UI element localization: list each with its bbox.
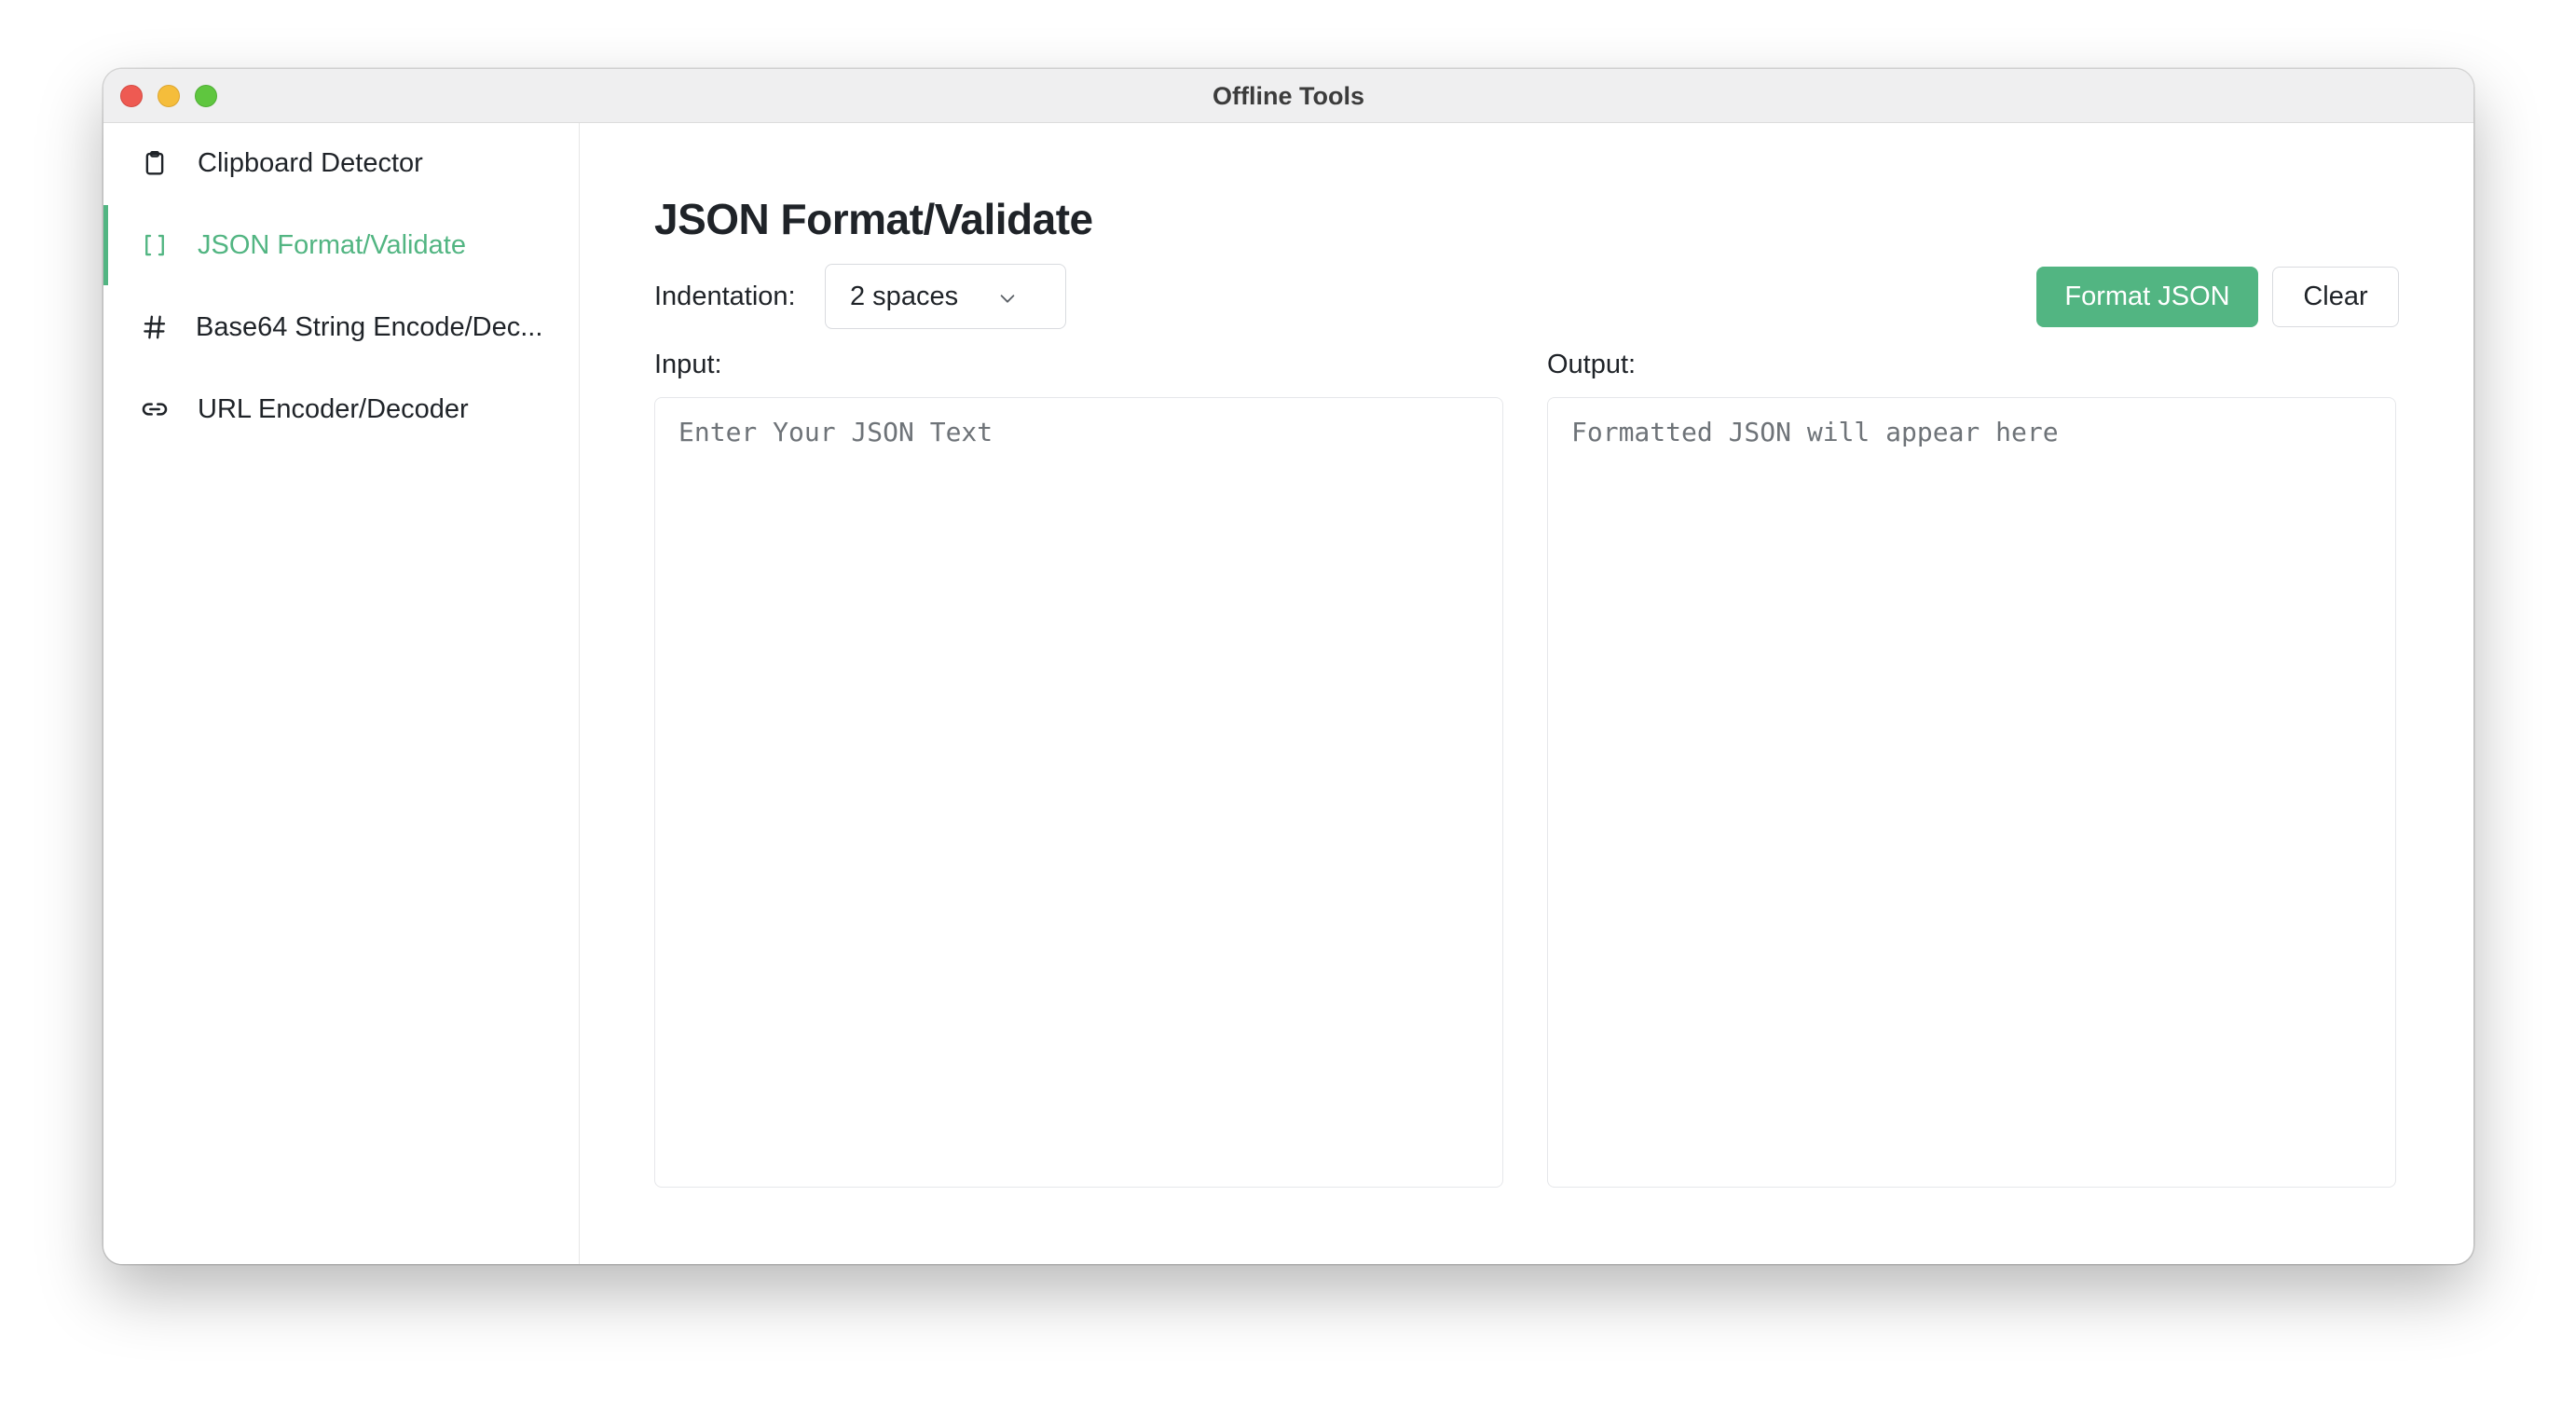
sidebar-item-url-encoder-decoder[interactable]: URL Encoder/Decoder xyxy=(103,369,578,449)
page-title: JSON Format/Validate xyxy=(654,195,1093,243)
sidebar-item-json-format-validate[interactable]: JSON Format/Validate xyxy=(103,205,578,285)
sidebar-item-clipboard-detector[interactable]: Clipboard Detector xyxy=(103,123,578,203)
window-title: Offline Tools xyxy=(1213,82,1364,110)
main-content: JSON Format/Validate Indentation: 2 spac… xyxy=(580,123,2473,1264)
sidebar-item-label: Clipboard Detector xyxy=(198,147,423,178)
title-bar: Offline Tools xyxy=(103,69,2473,123)
sidebar-item-label: URL Encoder/Decoder xyxy=(198,393,469,424)
indentation-value: 2 spaces xyxy=(850,282,959,311)
sidebar-item-label: JSON Format/Validate xyxy=(198,229,466,260)
chevron-down-icon xyxy=(997,288,1018,313)
brackets-icon xyxy=(139,229,171,261)
clipboard-icon xyxy=(139,147,171,179)
format-json-button[interactable]: Format JSON xyxy=(2036,267,2258,327)
indentation-label: Indentation: xyxy=(654,282,796,311)
link-icon xyxy=(139,393,171,425)
sidebar-item-base64[interactable]: Base64 String Encode/Dec... xyxy=(103,287,578,367)
clear-button[interactable]: Clear xyxy=(2272,267,2399,327)
hash-icon xyxy=(139,311,171,343)
sidebar: Clipboard Detector JSON Format/Validate xyxy=(103,123,580,1264)
input-label: Input: xyxy=(654,350,722,379)
indentation-select[interactable]: 2 spaces xyxy=(825,264,1066,329)
json-input-textarea[interactable] xyxy=(654,397,1503,1188)
app-window: Offline Tools Clipboard Detector JSON Fo… xyxy=(103,69,2473,1264)
sidebar-item-label: Base64 String Encode/Dec... xyxy=(196,311,543,342)
output-label: Output: xyxy=(1547,350,1637,379)
json-output-textarea[interactable] xyxy=(1547,397,2396,1188)
